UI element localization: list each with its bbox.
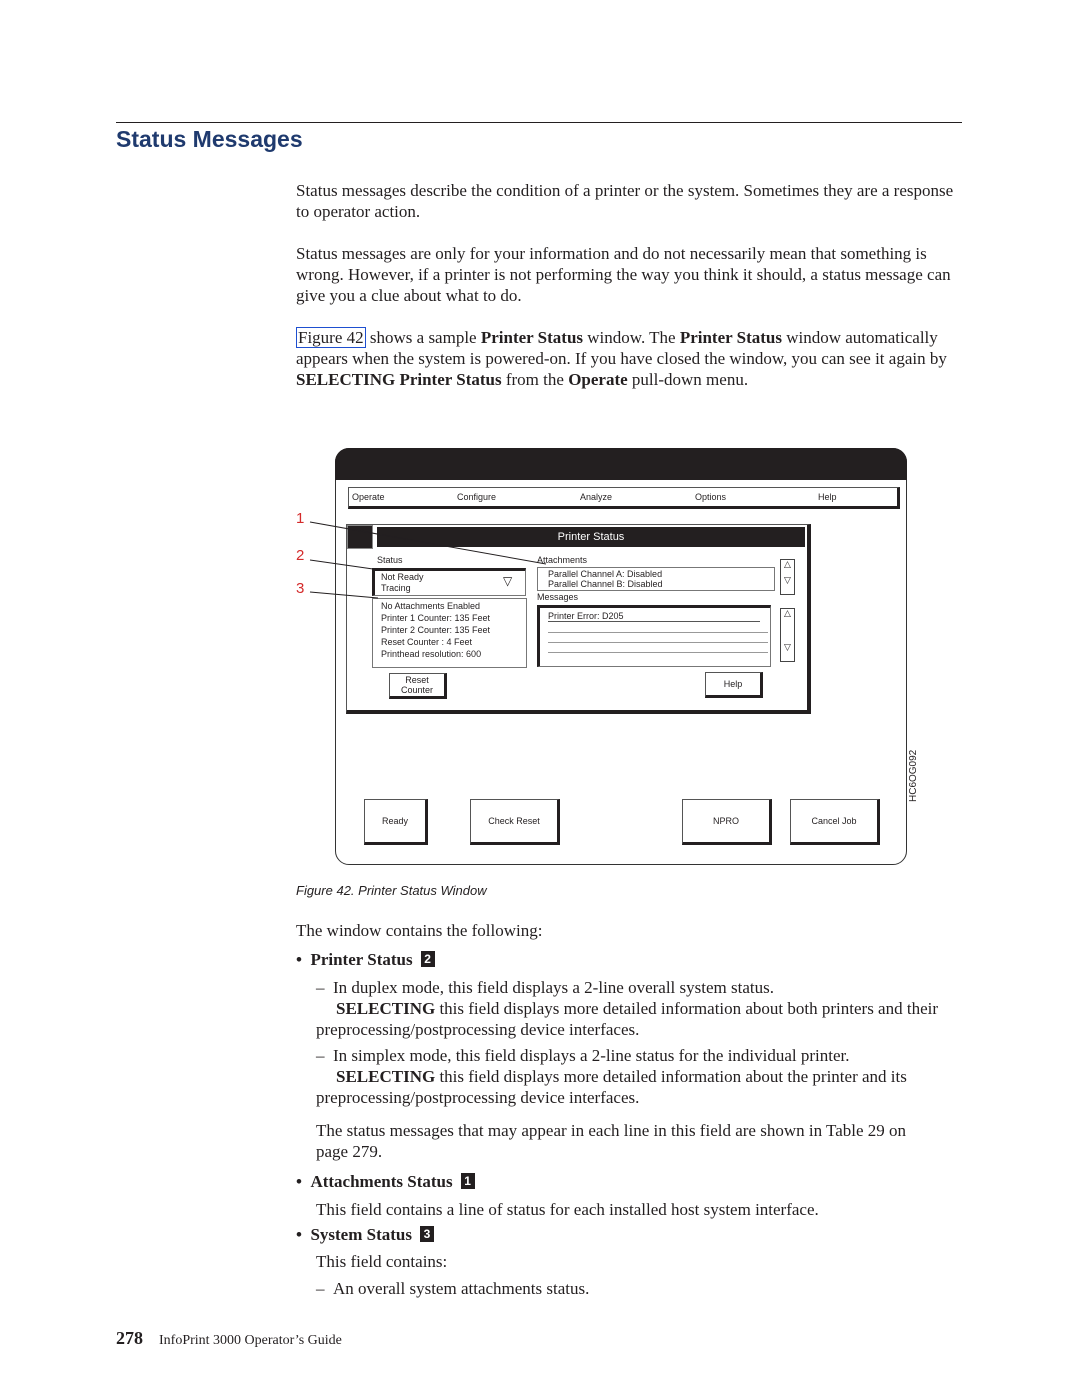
text: window. The: [583, 328, 680, 347]
text: Printer Status: [480, 328, 584, 347]
ps-note: The status messages that may appear in e…: [316, 1121, 907, 1161]
dash-item: – An overall system attachments status.: [316, 1279, 590, 1298]
text: In simplex mode, this field displays a 2…: [333, 1046, 850, 1065]
printer-status-figure: Operate Configure Analyze Options Help P…: [290, 440, 930, 880]
text: SELECTING: [336, 999, 436, 1018]
paragraph-1: Status messages describe the condition o…: [296, 181, 954, 221]
paragraph-2: Status messages are only for your inform…: [296, 244, 951, 305]
page-footer: 278 InfoPrint 3000 Operator’s Guide: [116, 1328, 342, 1349]
dash-item: – In simplex mode, this field displays a…: [316, 1046, 907, 1107]
figure-caption: Figure 42. Printer Status Window: [296, 883, 487, 898]
figure-link[interactable]: Figure 42: [296, 327, 366, 348]
callout-badge: 2: [420, 951, 435, 967]
text: In duplex mode, this field displays a 2-…: [333, 978, 774, 997]
book-title: InfoPrint 3000 Operator’s Guide: [159, 1333, 342, 1348]
callout-badge: 3: [420, 1226, 434, 1242]
text: pull-down menu.: [627, 370, 749, 389]
text: An overall system attachments status.: [333, 1279, 590, 1298]
figure-id: HC6OG092: [908, 749, 919, 802]
bullet-title: Attachments Status: [310, 1172, 453, 1191]
paragraph-3: Figure 42 shows a sample Printer Status …: [296, 327, 961, 390]
bullet-attachments-status: • Attachments Status 1: [296, 1172, 475, 1192]
intro-text: The window contains the following:: [296, 921, 543, 940]
text: SELECTING: [336, 1067, 436, 1086]
bullet-title: System Status: [310, 1225, 412, 1244]
sys-text: This field contains:: [316, 1252, 448, 1271]
bullet-title: Printer Status: [310, 950, 413, 969]
text: shows a sample: [365, 328, 481, 347]
text: SELECTING Printer Status: [296, 370, 502, 389]
callout-lines: [309, 521, 547, 599]
callout-badge: 1: [460, 1173, 475, 1189]
dash-item: – In duplex mode, this field displays a …: [316, 978, 939, 1039]
text: Printer Status: [679, 328, 782, 347]
text: Operate: [568, 370, 628, 389]
heading-rule: [116, 122, 962, 123]
bullet-system-status: • System Status 3: [296, 1225, 434, 1245]
text: from the: [501, 370, 569, 389]
page-title: Status Messages: [116, 126, 303, 152]
att-text: This field contains a line of status for…: [316, 1200, 819, 1219]
page-number: 278: [116, 1328, 143, 1348]
bullet-printer-status: • Printer Status 2: [296, 950, 435, 970]
